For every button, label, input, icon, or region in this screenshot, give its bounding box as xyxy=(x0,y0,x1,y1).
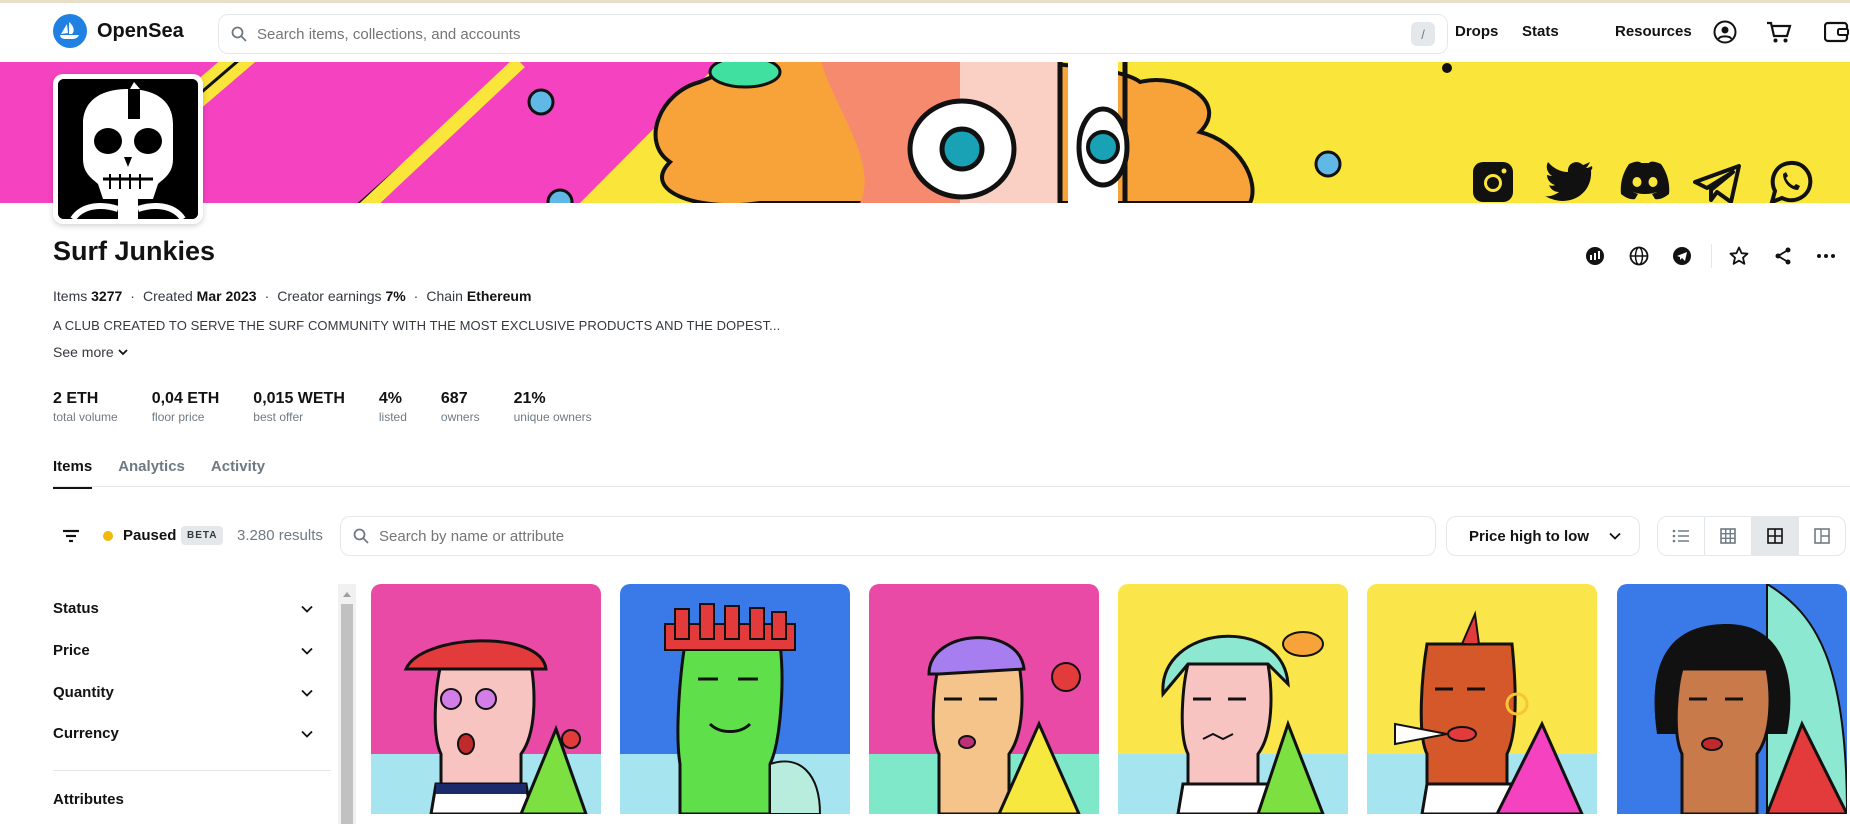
item-search-input[interactable] xyxy=(379,527,1423,545)
chevron-down-icon xyxy=(118,349,128,356)
sort-selected-label: Price high to low xyxy=(1469,527,1590,545)
telegram-icon[interactable] xyxy=(1693,164,1741,203)
account-icon[interactable] xyxy=(1713,20,1737,44)
small-grid-view-button[interactable] xyxy=(1705,517,1752,555)
filter-status[interactable]: Status xyxy=(53,600,313,617)
nft-image xyxy=(869,584,1099,814)
see-more-button[interactable]: See more xyxy=(53,344,128,360)
search-icon xyxy=(231,26,247,42)
nft-image xyxy=(620,584,850,814)
chevron-down-icon xyxy=(301,730,313,738)
earnings-meta: Creator earnings 7% xyxy=(277,288,406,304)
created-meta: Created Mar 2023 xyxy=(142,288,257,304)
star-icon[interactable] xyxy=(1729,246,1749,266)
tab-analytics[interactable]: Analytics xyxy=(118,458,185,489)
collection-meta: Items 3277 · Created Mar 2023 · Creator … xyxy=(53,288,532,304)
more-icon[interactable] xyxy=(1816,246,1836,266)
chevron-down-icon xyxy=(1609,532,1621,540)
large-grid-view-button[interactable] xyxy=(1752,517,1799,555)
nav-resources[interactable]: Resources xyxy=(1615,23,1692,40)
nft-image xyxy=(1367,584,1597,814)
filter-currency[interactable]: Currency xyxy=(53,725,313,742)
filter-quantity[interactable]: Quantity xyxy=(53,684,313,701)
stat-unique-owners: 21% unique owners xyxy=(513,390,592,424)
collection-banner-image xyxy=(0,62,1850,203)
chevron-down-icon xyxy=(301,689,313,697)
grid-view-icon xyxy=(1767,528,1783,544)
status-dot xyxy=(103,531,113,541)
scroll-up-arrow-icon[interactable] xyxy=(342,590,352,598)
filter-icon[interactable] xyxy=(60,526,84,546)
view-mode-toggle xyxy=(1657,516,1846,556)
actions-divider xyxy=(1711,244,1712,268)
etherscan-icon[interactable] xyxy=(1585,246,1605,266)
filter-divider xyxy=(53,770,331,771)
tab-items[interactable]: Items xyxy=(53,458,93,489)
collection-stats: 2 ETH total volume 0,04 ETH floor price 0,… xyxy=(53,390,626,424)
list-view-button[interactable] xyxy=(1658,517,1705,555)
nft-card[interactable] xyxy=(1118,584,1348,814)
discord-icon[interactable] xyxy=(1619,160,1671,200)
item-search-bar[interactable] xyxy=(340,516,1436,556)
whatsapp-icon[interactable] xyxy=(1768,160,1814,203)
nft-card[interactable] xyxy=(620,584,850,814)
cart-icon[interactable] xyxy=(1766,20,1792,44)
nft-image xyxy=(1118,584,1348,814)
twitter-icon[interactable] xyxy=(1544,160,1594,203)
opensea-logo-text: OpenSea xyxy=(97,19,184,42)
share-icon[interactable] xyxy=(1773,246,1793,266)
stat-owners: 687 owners xyxy=(440,390,480,424)
tabs-divider xyxy=(53,486,1850,487)
global-search-bar[interactable]: / xyxy=(218,14,1448,54)
tab-activity[interactable]: Activity xyxy=(211,458,265,489)
mosaic-view-icon xyxy=(1814,528,1830,544)
globe-icon[interactable] xyxy=(1629,246,1649,266)
filter-price[interactable]: Price xyxy=(53,642,313,659)
search-icon xyxy=(353,528,369,544)
list-view-icon xyxy=(1672,529,1689,543)
stat-total-volume: 2 ETH total volume xyxy=(53,390,118,424)
nft-card[interactable] xyxy=(869,584,1099,814)
top-navigation: OpenSea / Drops Stats Resources xyxy=(0,0,1850,62)
stat-floor-price: 0,04 ETH floor price xyxy=(151,390,220,424)
chain-meta: Chain Ethereum xyxy=(426,288,532,304)
sort-dropdown[interactable]: Price high to low xyxy=(1446,516,1640,556)
mosaic-view-button[interactable] xyxy=(1799,517,1845,555)
stat-listed: 4% listed xyxy=(378,390,407,424)
grid-small-icon xyxy=(1720,528,1736,544)
global-search-input[interactable] xyxy=(257,25,1411,43)
nft-image xyxy=(1617,584,1847,814)
telegram-link-icon[interactable] xyxy=(1672,246,1692,266)
opensea-logo[interactable]: OpenSea xyxy=(53,14,184,48)
results-count: 3.280 results xyxy=(237,527,323,544)
wallet-icon[interactable] xyxy=(1824,20,1850,44)
status-text: Paused xyxy=(123,527,177,544)
collection-title: Surf Junkies xyxy=(53,236,216,266)
instagram-icon[interactable] xyxy=(1471,160,1515,203)
nft-card[interactable] xyxy=(1617,584,1847,814)
scrollbar-thumb[interactable] xyxy=(341,604,353,824)
items-meta: Items 3277 xyxy=(53,288,123,304)
filter-attributes[interactable]: Attributes xyxy=(53,791,313,808)
nav-drops[interactable]: Drops xyxy=(1455,23,1498,40)
nav-stats[interactable]: Stats xyxy=(1522,23,1559,40)
collection-tabs: Items Analytics Activity xyxy=(53,458,265,489)
nft-image xyxy=(371,584,601,814)
nft-card[interactable] xyxy=(1367,584,1597,814)
stat-best-offer: 0,015 WETH best offer xyxy=(253,390,345,424)
search-shortcut-badge: / xyxy=(1411,22,1435,46)
collection-avatar xyxy=(53,74,203,224)
beta-badge: BETA xyxy=(181,526,224,545)
chevron-down-icon xyxy=(301,647,313,655)
nft-card[interactable] xyxy=(371,584,601,814)
chevron-down-icon xyxy=(301,605,313,613)
opensea-logo-icon xyxy=(53,14,87,48)
collection-description: A CLUB CREATED TO SERVE THE SURF COMMUNI… xyxy=(53,318,781,333)
